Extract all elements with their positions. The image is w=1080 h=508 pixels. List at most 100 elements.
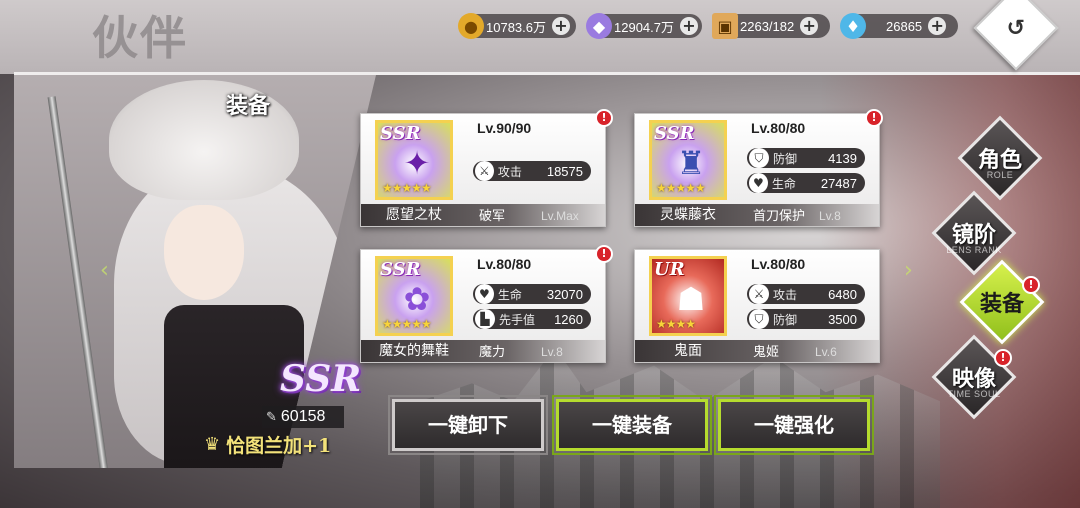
equipment-stat: ⛉ 防御 4139 — [747, 148, 865, 168]
stat-value: 18575 — [546, 163, 583, 179]
add-gold-button[interactable]: + — [552, 17, 570, 35]
equipment-set-level: Lv.8 — [541, 345, 563, 359]
supply-box-icon: ▣ — [712, 13, 738, 39]
star-rating-icon: ★★★★★ — [656, 181, 706, 195]
character-power-value: 60158 — [280, 408, 326, 425]
equipment-portrait: SSR ✦ ★★★★★ — [375, 120, 453, 200]
stat-label: 攻击 — [497, 164, 522, 179]
prev-character-icon[interactable]: ‹ — [100, 258, 116, 283]
stat-value: 3500 — [828, 311, 857, 327]
equipment-stat: ♥ 生命 27487 — [747, 173, 865, 193]
character-face — [164, 205, 244, 300]
equipment-rarity: SSR — [380, 123, 421, 144]
stat-label: 防御 — [773, 312, 798, 327]
next-character-icon[interactable]: › — [904, 258, 920, 283]
equipment-stat: ⛉ 防御 3500 — [747, 309, 865, 329]
equipment-slot-accessory[interactable]: UR ☗ ★★★★ Lv.80/80 ⚔ 攻击 6480 ⛉ 防御 3500 鬼… — [634, 249, 880, 363]
character-power: ✎ 60158 — [262, 406, 344, 428]
star-rating-icon: ★★★★★ — [382, 181, 432, 195]
stat-value: 4139 — [828, 150, 857, 166]
character-bond: ♛ 恰图兰加+1 — [204, 431, 331, 458]
tab-role[interactable]: 角色 ROLE — [957, 115, 1043, 201]
stat-label: 攻击 — [773, 287, 798, 302]
equipment-rarity: UR — [654, 259, 685, 280]
stat-value: 6480 — [828, 286, 857, 302]
character-bond-text: 恰图兰加+1 — [226, 435, 332, 457]
equipment-slot-weapon[interactable]: SSR ✦ ★★★★★ Lv.90/90 ⚔ 攻击 18575 愿望之杖 破军 … — [360, 109, 613, 227]
top-divider — [14, 72, 1080, 75]
unequip-all-button[interactable]: 一键卸下 — [388, 395, 548, 455]
equipment-stat: ⚔ 攻击 18575 — [473, 161, 591, 181]
stat-value: 27487 — [820, 175, 857, 191]
alert-badge: ! — [865, 109, 883, 127]
enhance-all-button[interactable]: 一键强化 — [714, 395, 874, 455]
power-icon: ✎ — [266, 409, 277, 425]
back-arrow-icon: ↺ — [1006, 15, 1026, 41]
equipment-name: 魔女的舞鞋 — [379, 343, 449, 359]
equipment-portrait: SSR ♜ ★★★★★ — [649, 120, 727, 200]
equipment-level: Lv.90/90 — [477, 120, 532, 136]
equipment-portrait: UR ☗ ★★★★ — [649, 256, 727, 336]
alert-badge: ! — [595, 109, 613, 127]
currency-gold[interactable]: ● 10783.6万 + — [458, 13, 576, 39]
currency-diamond-value: 26865 — [886, 18, 923, 34]
equipment-slot-shoes[interactable]: SSR ✿ ★★★★★ Lv.80/80 ♥ 生命 32070 ▙ 先手值 12… — [360, 245, 613, 363]
equipment-name: 灵蝶藤衣 — [660, 207, 716, 223]
currency-supply-value: 2263/182 — [740, 18, 795, 34]
fox-mask-icon: ☗ — [676, 280, 706, 318]
equip-all-button[interactable]: 一键装备 — [552, 395, 712, 455]
star-rating-icon: ★★★★★ — [382, 317, 432, 331]
equipment-level: Lv.80/80 — [751, 256, 806, 272]
equipment-set-name: 魔力 — [479, 345, 506, 360]
page-title: 伙伴 — [92, 11, 188, 65]
equipment-level: Lv.80/80 — [751, 120, 806, 136]
tab-sublabel: LENS RANK — [946, 245, 1002, 255]
equipment-name: 愿望之杖 — [386, 207, 442, 223]
equipment-stat: ⚔ 攻击 6480 — [747, 284, 865, 304]
character-hat — [109, 80, 299, 200]
currency-supply[interactable]: ▣ 2263/182 + — [712, 13, 830, 39]
tab-sublabel: ROLE — [986, 170, 1014, 180]
equipment-slot-armor[interactable]: SSR ♜ ★★★★★ Lv.80/80 ⛉ 防御 4139 ♥ 生命 2748… — [634, 109, 883, 227]
purple-crystal-icon: ◆ — [586, 13, 612, 39]
add-diamond-button[interactable]: + — [928, 17, 947, 35]
heart-icon: ♥ — [475, 284, 494, 304]
gold-coin-icon: ● — [458, 13, 484, 39]
tab-time-soul[interactable]: 映像 TIME SOUL ! — [931, 334, 1017, 420]
equipment-stat: ♥ 生命 32070 — [473, 284, 591, 304]
robe-icon: ♜ — [676, 144, 706, 182]
section-title: 装备 — [226, 93, 271, 119]
equipment-set-level: Lv.8 — [819, 209, 841, 223]
alert-badge: ! — [1022, 276, 1040, 294]
shield-icon: ⛉ — [749, 148, 769, 168]
heart-icon: ♥ — [749, 173, 768, 193]
equipment-level: Lv.80/80 — [477, 256, 532, 272]
add-crystal-button[interactable]: + — [680, 17, 698, 35]
boot-icon: ▙ — [475, 309, 495, 329]
bond-icon: ♛ — [204, 434, 221, 455]
shoe-icon: ✿ — [403, 280, 431, 318]
stat-label: 生命 — [771, 176, 796, 191]
stat-value: 1260 — [554, 311, 583, 327]
sword-cross-icon: ⚔ — [749, 284, 769, 304]
stat-value: 32070 — [546, 286, 583, 302]
alert-badge: ! — [994, 349, 1012, 367]
equipment-name: 鬼面 — [674, 343, 702, 359]
equipment-set-level: Lv.6 — [815, 345, 837, 359]
diamond-icon: ♦ — [840, 13, 866, 39]
equipment-set-name: 破军 — [479, 209, 506, 224]
currency-diamond[interactable]: ♦ 26865 + — [840, 13, 958, 39]
shield-icon: ⛉ — [749, 309, 769, 329]
equipment-set-name: 鬼姬 — [753, 345, 780, 360]
equipment-stat: ▙ 先手值 1260 — [473, 309, 591, 329]
currency-crystal[interactable]: ◆ 12904.7万 + — [586, 13, 702, 39]
currency-gold-value: 10783.6万 — [486, 19, 546, 35]
star-rating-icon: ★★★★ — [656, 317, 696, 331]
equipment-set-name: 首刀保护 — [753, 209, 806, 224]
stat-label: 生命 — [497, 287, 522, 302]
tab-equipment[interactable]: 装备 ! — [959, 259, 1045, 345]
sword-cross-icon: ⚔ — [475, 161, 494, 181]
add-supply-button[interactable]: + — [800, 17, 819, 35]
currency-crystal-value: 12904.7万 — [614, 19, 674, 35]
staff-icon: ✦ — [403, 144, 431, 182]
